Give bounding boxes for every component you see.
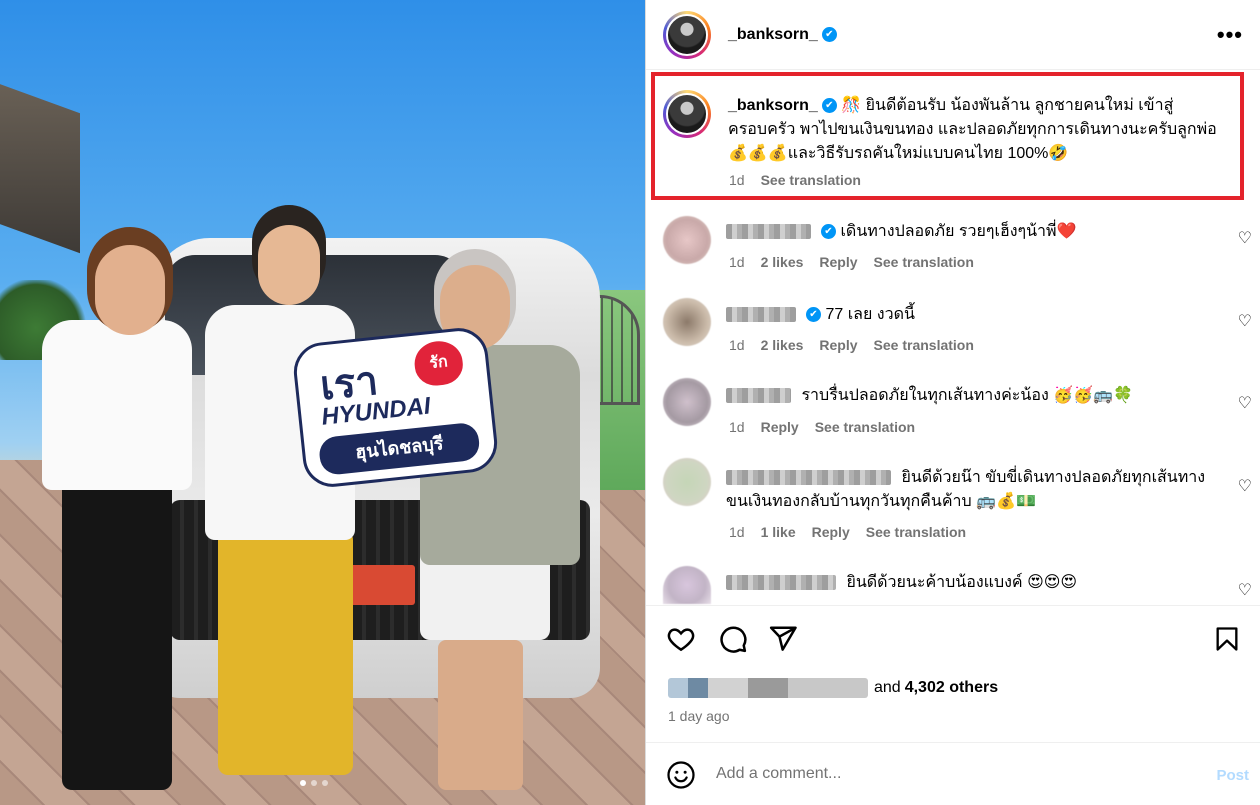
- comment-meta: 1d 2 likes Reply See translation: [729, 254, 974, 270]
- likes-summary[interactable]: and 4,302 others: [668, 678, 998, 698]
- roof: [0, 76, 80, 254]
- comment-like-heart-icon[interactable]: ♡: [1238, 311, 1252, 331]
- heart-icon[interactable]: [666, 624, 696, 654]
- comment-username-blurred[interactable]: [726, 575, 836, 591]
- person-left-body: [42, 320, 192, 490]
- comment-composer: Add a comment... Post: [646, 742, 1260, 805]
- carousel-dot: [300, 780, 306, 786]
- caption-time: 1d: [729, 172, 745, 188]
- comment-icon[interactable]: [718, 624, 748, 654]
- reply-button[interactable]: Reply: [812, 524, 850, 540]
- comment-meta: 1d Reply See translation: [729, 419, 915, 435]
- see-translation-link[interactable]: See translation: [815, 419, 915, 435]
- post-details-panel: _banksorn_ ✔ ••• _banksorn_ ✔ 🎊 ยินดีต้อนร…: [645, 0, 1260, 805]
- comment-item: ราบรื่นปลอดภัยในทุกเส้นทางค่ะน้อง 🥳🥳🚌🍀: [726, 384, 1216, 408]
- comment-likes[interactable]: 1 like: [761, 524, 796, 540]
- likes-prefix: and: [874, 679, 901, 696]
- person-right-calves: [438, 640, 523, 790]
- comment-time: 1d: [729, 254, 745, 270]
- comment-avatar[interactable]: [663, 298, 711, 346]
- bookmark-icon[interactable]: [1213, 624, 1241, 654]
- comment-like-heart-icon[interactable]: ♡: [1238, 228, 1252, 248]
- reply-button[interactable]: Reply: [819, 337, 857, 353]
- person-center-head: [258, 225, 320, 305]
- see-translation-link[interactable]: See translation: [761, 172, 861, 188]
- comment-username-blurred[interactable]: [726, 470, 891, 486]
- caption-text: _banksorn_ ✔ 🎊 ยินดีต้อนรับ น้องพันล้าน ล…: [728, 94, 1228, 166]
- verified-icon: ✔: [806, 307, 821, 323]
- comment-item: ยินดีด้วยนะค้าบน้องแบงค์ 😍😍😍: [726, 571, 1216, 595]
- carousel-dots: [300, 780, 328, 786]
- comment-time: 1d: [729, 419, 745, 435]
- comment-item: ✔ เดินทางปลอดภัย รวยๆเฮ็งๆน้าพี่❤️: [726, 220, 1216, 244]
- post-comment-button[interactable]: Post: [1216, 767, 1249, 784]
- comment-item: ยินดีด้วยน๊า ขับขี่เดินทางปลอดภัยทุกเส้น…: [726, 466, 1216, 514]
- see-translation-link[interactable]: See translation: [874, 337, 974, 353]
- comment-meta: 1d 1 like Reply See translation: [729, 524, 966, 540]
- comment-time: 1d: [729, 524, 745, 540]
- post-photo[interactable]: เรา รัก HYUNDAI ฮุนไดชลบุรี: [0, 0, 645, 805]
- caption-meta: 1d See translation: [729, 172, 861, 188]
- comment-like-heart-icon[interactable]: ♡: [1238, 393, 1252, 413]
- license-plate: [345, 565, 415, 605]
- action-bar: [666, 622, 1241, 656]
- comment-username-blurred[interactable]: [726, 388, 791, 404]
- comment-like-heart-icon[interactable]: ♡: [1238, 476, 1252, 496]
- comment-username-blurred[interactable]: [726, 224, 811, 240]
- verified-icon: ✔: [821, 224, 836, 240]
- comment-text: ยินดีด้วยนะค้าบน้องแบงค์ 😍😍😍: [846, 574, 1078, 591]
- person-left-legs: [62, 470, 172, 790]
- comment-avatar[interactable]: [663, 216, 711, 264]
- liked-by-blurred: [668, 678, 868, 698]
- comment-like-heart-icon[interactable]: ♡: [1238, 580, 1252, 600]
- sign-dealer: ฮุนไดชลบุรี: [317, 421, 481, 477]
- comment-text: เดินทางปลอดภัย รวยๆเฮ็งๆน้าพี่❤️: [840, 223, 1077, 240]
- caption-avatar[interactable]: [663, 90, 711, 138]
- comment-item: ✔ 77 เลย งวดนี้: [726, 303, 1216, 327]
- sign-heart: รัก: [412, 338, 465, 388]
- comment-text: ราบรื่นปลอดภัยในทุกเส้นทางค่ะน้อง 🥳🥳🚌🍀: [801, 387, 1133, 404]
- reply-button[interactable]: Reply: [819, 254, 857, 270]
- emoji-icon[interactable]: [666, 760, 696, 790]
- post-time: 1 day ago: [668, 708, 730, 724]
- comment-text: 77 เลย งวดนี้: [825, 306, 915, 323]
- dealer-sign: เรา รัก HYUNDAI ฮุนไดชลบุรี: [290, 325, 501, 490]
- carousel-dot: [322, 780, 328, 786]
- comment-likes[interactable]: 2 likes: [761, 337, 804, 353]
- divider: [646, 605, 1260, 606]
- comment-likes[interactable]: 2 likes: [761, 254, 804, 270]
- comment-avatar[interactable]: [663, 566, 711, 604]
- reply-button[interactable]: Reply: [761, 419, 799, 435]
- comment-input[interactable]: Add a comment...: [716, 765, 841, 783]
- comment-avatar[interactable]: [663, 458, 711, 506]
- verified-icon: ✔: [821, 98, 837, 114]
- likes-count[interactable]: 4,302 others: [905, 679, 998, 697]
- post-header: _banksorn_ ✔ •••: [646, 0, 1260, 70]
- author-username[interactable]: _banksorn_ ✔: [728, 26, 837, 44]
- author-avatar[interactable]: [663, 11, 711, 59]
- more-icon[interactable]: •••: [1217, 22, 1243, 48]
- comment-time: 1d: [729, 337, 745, 353]
- share-icon[interactable]: [768, 624, 798, 654]
- person-left-head: [95, 245, 165, 335]
- comment-meta: 1d 2 likes Reply See translation: [729, 337, 974, 353]
- see-translation-link[interactable]: See translation: [874, 254, 974, 270]
- comment-username-blurred[interactable]: [726, 307, 796, 323]
- person-center-pants: [218, 530, 353, 775]
- caption-username[interactable]: _banksorn_: [728, 97, 818, 114]
- see-translation-link[interactable]: See translation: [866, 524, 966, 540]
- verified-icon: ✔: [821, 27, 837, 43]
- comment-avatar[interactable]: [663, 378, 711, 426]
- carousel-dot: [311, 780, 317, 786]
